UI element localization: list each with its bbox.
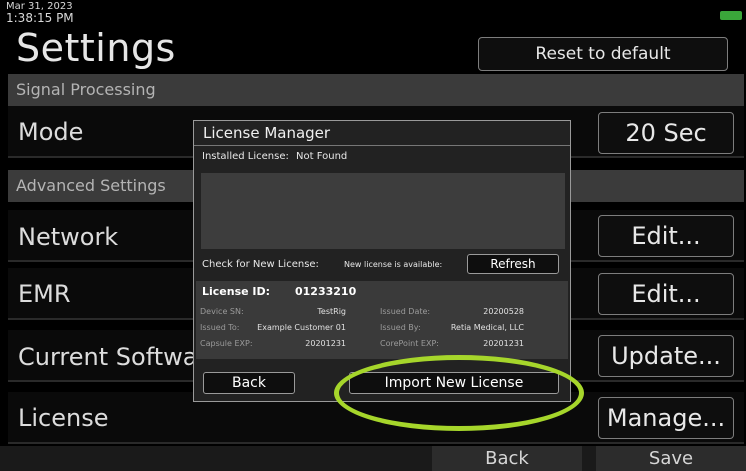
battery-icon bbox=[720, 11, 742, 20]
license-label: License bbox=[18, 404, 109, 432]
dialog-title: License Manager bbox=[203, 124, 331, 142]
license-manage-button[interactable]: Manage... bbox=[598, 397, 734, 439]
emr-edit-button[interactable]: Edit... bbox=[598, 273, 734, 315]
capsule-exp-label: Capsule EXP: bbox=[200, 339, 253, 348]
installed-license-value: Not Found bbox=[296, 151, 348, 162]
installed-license-label: Installed License: bbox=[202, 151, 289, 162]
software-label: Current Software bbox=[18, 343, 222, 371]
issued-date-value: 20200528 bbox=[483, 307, 524, 316]
dialog-divider bbox=[194, 145, 570, 146]
issued-to-label: Issued To: bbox=[200, 323, 240, 332]
issued-date-label: Issued Date: bbox=[380, 307, 431, 316]
page-title: Settings bbox=[16, 26, 176, 70]
capsule-exp-value: 20201231 bbox=[305, 339, 346, 348]
issued-by-label: Issued By: bbox=[380, 323, 421, 332]
mode-label: Mode bbox=[18, 118, 84, 146]
new-license-available-label: New license is available: bbox=[344, 260, 443, 269]
network-label: Network bbox=[18, 223, 119, 251]
device-sn-value: TestRig bbox=[317, 307, 346, 316]
check-new-license-label: Check for New License: bbox=[202, 259, 319, 270]
license-text-area bbox=[201, 173, 565, 249]
corepoint-exp-label: CorePoint EXP: bbox=[380, 339, 439, 348]
license-id-label: License ID: bbox=[202, 285, 271, 298]
mode-button[interactable]: 20 Sec bbox=[598, 112, 734, 154]
status-time: 1:38:15 PM bbox=[6, 11, 74, 25]
license-details: License ID: 01233210 Device SN: TestRig … bbox=[196, 281, 568, 359]
license-id-value: 01233210 bbox=[295, 285, 357, 298]
issued-by-value: Retia Medical, LLC bbox=[450, 323, 524, 332]
footer-back-button[interactable]: Back bbox=[432, 446, 582, 471]
status-datetime: Mar 31, 2023 1:38:15 PM bbox=[6, 2, 74, 25]
issued-to-value: Example Customer 01 bbox=[257, 323, 346, 332]
highlight-ellipse bbox=[334, 355, 584, 431]
refresh-button[interactable]: Refresh bbox=[467, 254, 559, 274]
software-update-button[interactable]: Update... bbox=[598, 335, 734, 377]
emr-label: EMR bbox=[18, 280, 71, 308]
reset-default-button[interactable]: Reset to default configuration bbox=[478, 37, 728, 96]
installed-license: Installed License: Not Found bbox=[202, 151, 347, 162]
section-signal-processing: Signal Processing bbox=[8, 74, 744, 106]
footer-save-button[interactable]: Save bbox=[596, 446, 746, 471]
device-sn-label: Device SN: bbox=[200, 307, 244, 316]
network-edit-button[interactable]: Edit... bbox=[598, 215, 734, 257]
corepoint-exp-value: 20201231 bbox=[483, 339, 524, 348]
dialog-back-button[interactable]: Back bbox=[203, 372, 295, 394]
